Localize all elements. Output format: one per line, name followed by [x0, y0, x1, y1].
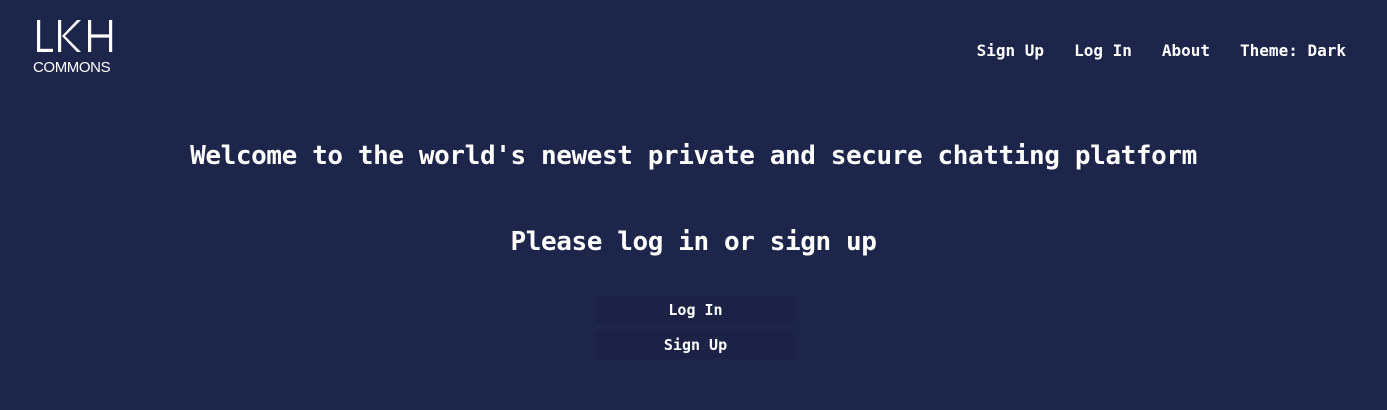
nav-sign-up-link[interactable]: Sign Up — [977, 40, 1044, 62]
top-nav: Sign Up Log In About Theme: Dark — [947, 40, 1346, 62]
sign-up-button[interactable]: Sign Up — [596, 331, 795, 359]
login-prompt-heading: Please log in or sign up — [510, 227, 877, 257]
log-in-button[interactable]: Log In — [596, 296, 795, 324]
nav-log-in-link[interactable]: Log In — [1074, 40, 1132, 62]
logo-subtitle: COMMONS — [33, 59, 111, 76]
welcome-heading: Welcome to the world's newest private an… — [190, 141, 1197, 171]
logo[interactable]: LKH COMMONS — [33, 18, 119, 78]
nav-theme-toggle[interactable]: Theme: Dark — [1240, 40, 1346, 62]
nav-about-link[interactable]: About — [1162, 40, 1210, 62]
logo-mark-icon — [37, 20, 113, 52]
